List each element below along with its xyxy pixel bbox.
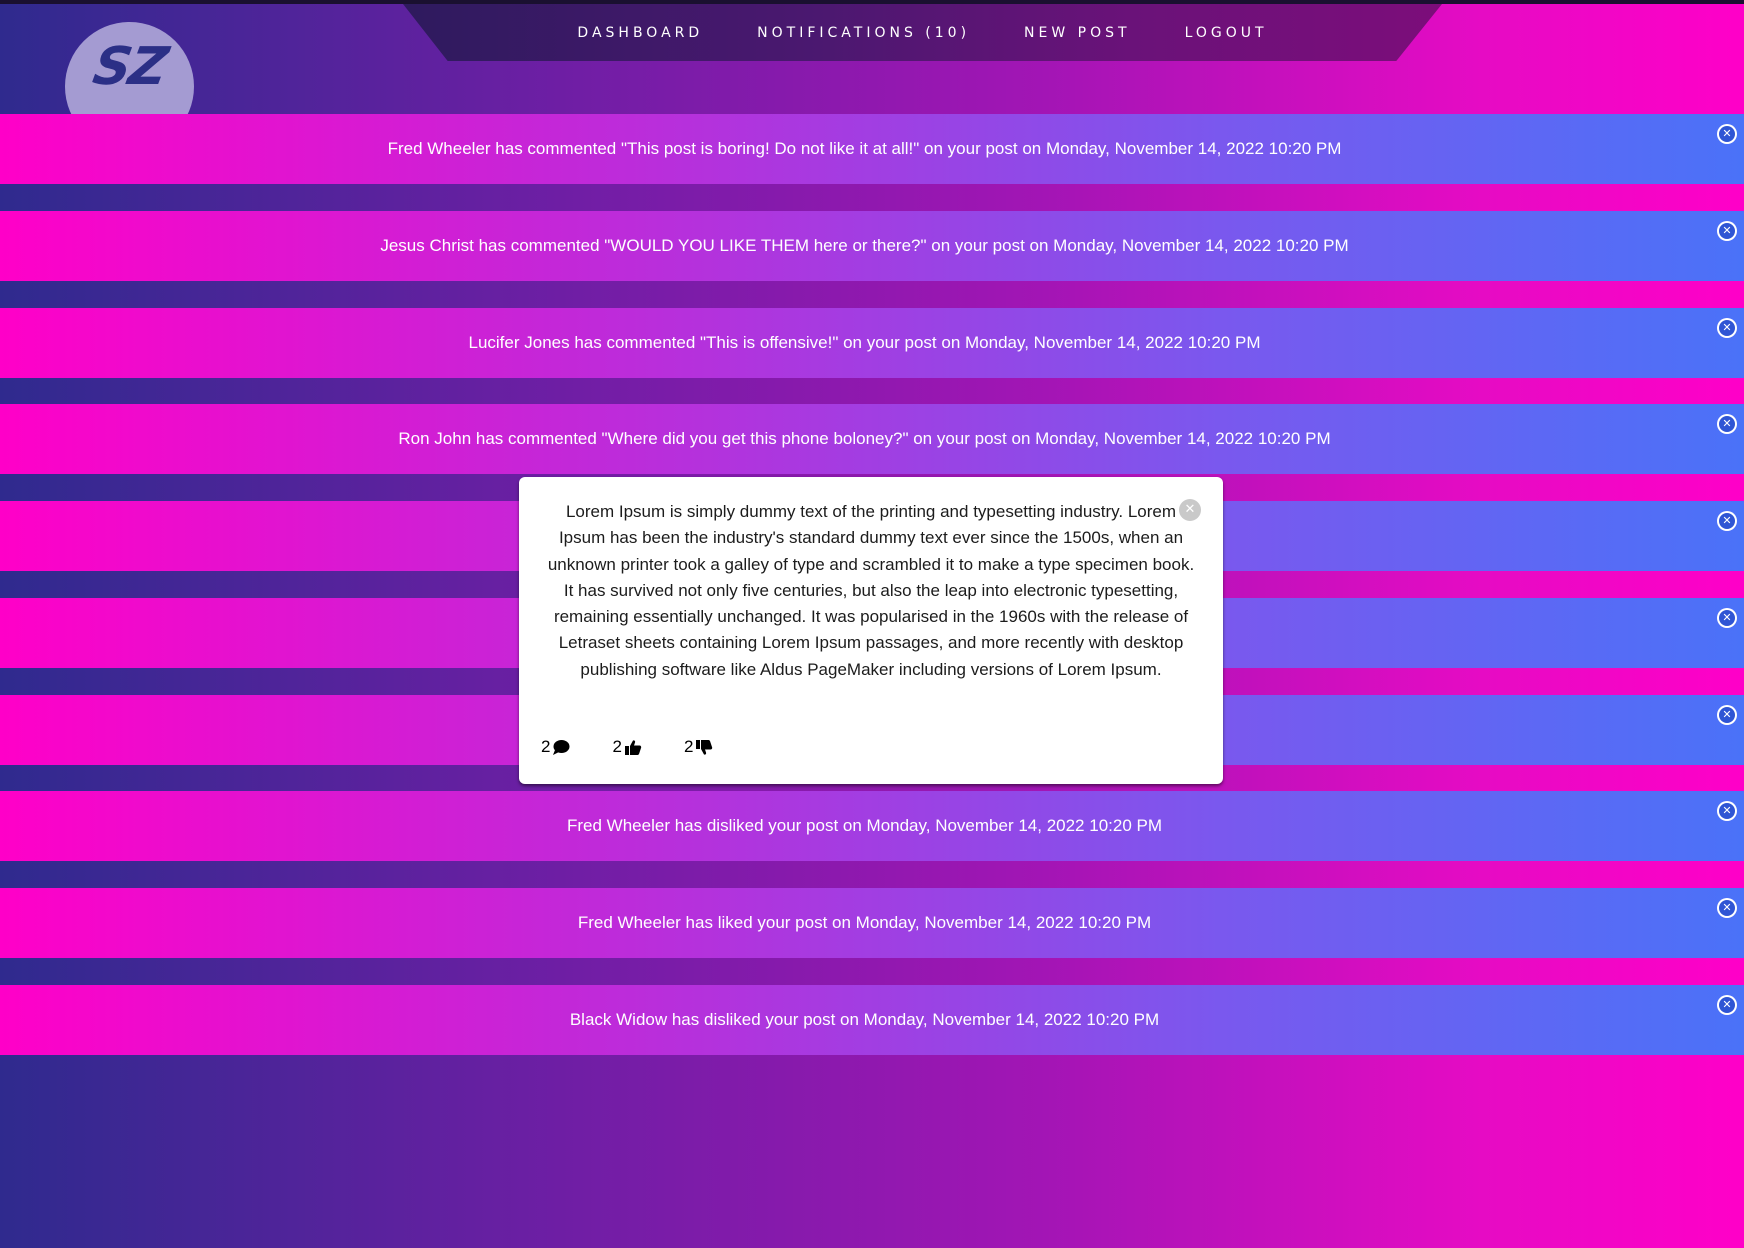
notification-close-button[interactable]: ✕: [1717, 414, 1737, 434]
post-stats: 2 2 2: [541, 736, 755, 758]
notification-item: Jesus Christ has commented "WOULD YOU LI…: [0, 211, 1744, 281]
notification-text: Lucifer Jones has commented "This is off…: [468, 333, 1261, 352]
notification-item: Fred Wheeler has liked your post on Mond…: [0, 888, 1744, 958]
notification-item: Black Widow has disliked your post on Mo…: [0, 985, 1744, 1055]
close-icon: ✕: [1719, 416, 1735, 432]
likes-stat[interactable]: 2: [612, 736, 642, 758]
notification-text: Fred Wheeler has disliked your post on M…: [567, 816, 1162, 835]
thumbs-up-icon: [624, 739, 642, 755]
notification-item: Ron John has commented "Where did you ge…: [0, 404, 1744, 474]
nav-logout[interactable]: LOGOUT: [1185, 25, 1268, 41]
notification-text: Jesus Christ has commented "WOULD YOU LI…: [380, 236, 1349, 255]
post-modal: Lorem Ipsum is simply dummy text of the …: [519, 477, 1223, 784]
notification-text: Fred Wheeler has liked your post on Mond…: [577, 913, 1152, 932]
notification-close-button[interactable]: ✕: [1717, 318, 1737, 338]
close-icon: ✕: [1184, 502, 1196, 517]
comment-icon: [553, 739, 570, 755]
notification-text: Black Widow has disliked your post on Mo…: [569, 1010, 1160, 1029]
main-nav: DASHBOARD NOTIFICATIONS (10) NEW POST LO…: [403, 4, 1442, 61]
comments-stat[interactable]: 2: [541, 736, 570, 758]
close-icon: ✕: [1719, 513, 1735, 529]
notification-close-button[interactable]: ✕: [1717, 898, 1737, 918]
dislikes-stat[interactable]: 2: [684, 736, 713, 758]
notification-close-button[interactable]: ✕: [1717, 705, 1737, 725]
comments-count: 2: [541, 737, 551, 756]
notification-item: Fred Wheeler has disliked your post on M…: [0, 791, 1744, 861]
notification-close-button[interactable]: ✕: [1717, 124, 1737, 144]
notification-close-button[interactable]: ✕: [1717, 511, 1737, 531]
notification-text: Fred Wheeler has commented "This post is…: [387, 139, 1342, 158]
close-icon: ✕: [1719, 997, 1735, 1013]
close-icon: ✕: [1719, 126, 1735, 142]
thumbs-down-icon: [696, 739, 713, 755]
post-close-button[interactable]: ✕: [1179, 499, 1201, 521]
dislikes-count: 2: [683, 737, 694, 756]
close-icon: ✕: [1719, 610, 1735, 626]
notification-close-button[interactable]: ✕: [1717, 995, 1737, 1015]
nav-new-post[interactable]: NEW POST: [1024, 25, 1131, 41]
notification-close-button[interactable]: ✕: [1717, 221, 1737, 241]
close-icon: ✕: [1719, 223, 1735, 239]
logo-text: SZ: [88, 36, 171, 97]
notification-close-button[interactable]: ✕: [1717, 608, 1737, 628]
nav-dashboard[interactable]: DASHBOARD: [577, 25, 703, 41]
notification-item: Lucifer Jones has commented "This is off…: [0, 308, 1744, 378]
notification-close-button[interactable]: ✕: [1717, 801, 1737, 821]
close-icon: ✕: [1719, 803, 1735, 819]
post-body: Lorem Ipsum is simply dummy text of the …: [547, 502, 1195, 679]
close-icon: ✕: [1719, 320, 1735, 336]
notification-text: Ron John has commented "Where did you ge…: [398, 429, 1331, 448]
close-icon: ✕: [1719, 707, 1735, 723]
close-icon: ✕: [1719, 900, 1735, 916]
likes-count: 2: [612, 737, 622, 756]
nav-notifications[interactable]: NOTIFICATIONS (10): [757, 25, 970, 41]
notification-item: Fred Wheeler has commented "This post is…: [0, 114, 1744, 184]
